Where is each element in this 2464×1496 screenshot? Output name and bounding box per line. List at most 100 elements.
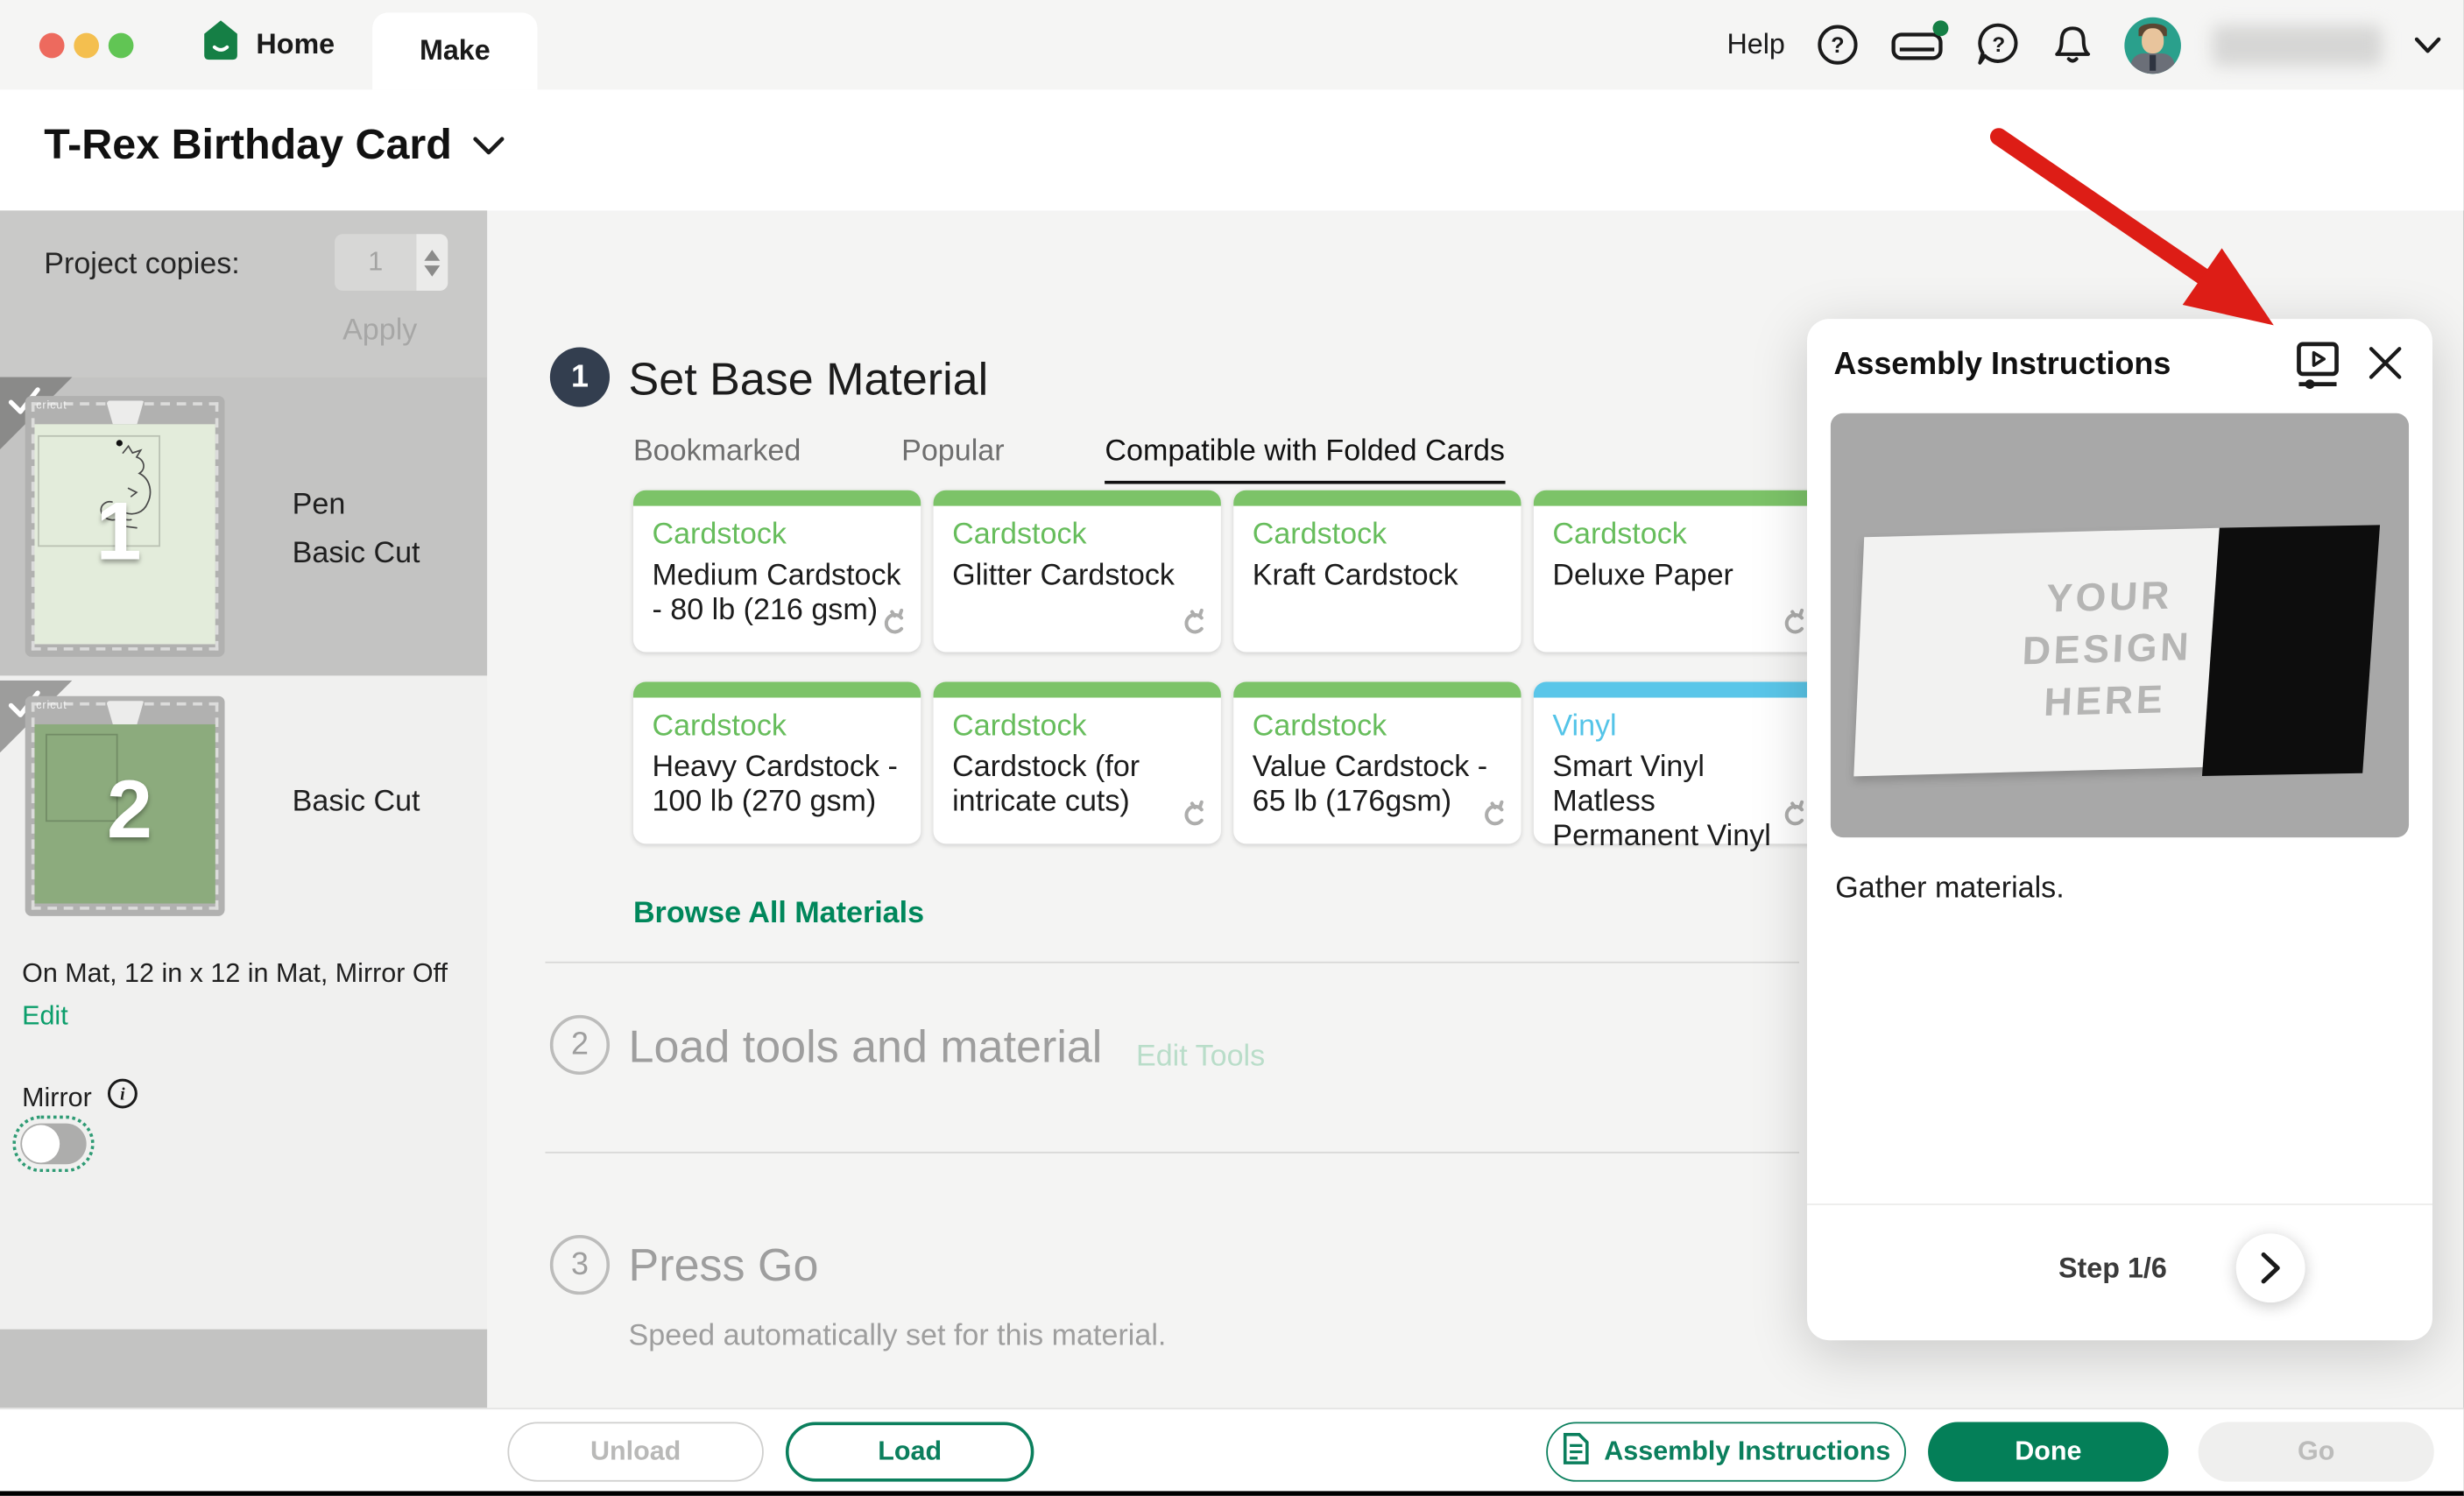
help-icon[interactable]: ?	[1817, 24, 1859, 66]
material-card[interactable]: Cardstock Cardstock (for intricate cuts)	[934, 682, 1221, 844]
mat-brand-label: cricut	[36, 400, 67, 412]
material-tabs: Bookmarked Popular Compatible with Folde…	[633, 435, 1505, 484]
material-name: Cardstock (for intricate cuts)	[952, 751, 1208, 820]
mirror-label: Mirror	[22, 1082, 92, 1113]
card-accent-bar	[934, 490, 1221, 506]
mirror-toggle-knob[interactable]	[22, 1125, 60, 1162]
copies-stepper[interactable]: 1	[335, 234, 448, 291]
home-nav[interactable]: Home	[201, 19, 335, 69]
done-button[interactable]: Done	[1928, 1422, 2168, 1481]
copies-value[interactable]: 1	[335, 234, 416, 291]
mirror-toggle[interactable]	[12, 1116, 94, 1173]
feedback-help-icon[interactable]: ?	[1975, 22, 2021, 67]
edit-tools-link[interactable]: Edit Tools	[1136, 1041, 1265, 1075]
stepper-down-icon[interactable]	[424, 265, 440, 276]
cricut-bug-icon	[1479, 798, 1508, 834]
edit-link[interactable]: Edit	[22, 1001, 68, 1033]
mirror-toggle-track[interactable]	[20, 1124, 86, 1165]
card-accent-bar	[633, 490, 921, 506]
material-cards-grid: Cardstock Medium Cardstock - 80 lb (216 …	[633, 490, 1821, 844]
cricut-bug-icon	[1779, 798, 1809, 834]
material-category: Vinyl	[1552, 710, 1616, 744]
step3-badge: 3	[550, 1235, 610, 1295]
material-name: Smart Vinyl Matless Permanent Vinyl	[1552, 751, 1808, 854]
avatar[interactable]	[2124, 17, 2181, 74]
material-card[interactable]: Cardstock Heavy Cardstock - 100 lb (270 …	[633, 682, 921, 844]
unload-button[interactable]: Unload	[507, 1422, 763, 1481]
section-divider	[545, 962, 1799, 963]
go-button[interactable]: Go	[2199, 1422, 2434, 1481]
window-close-button[interactable]	[39, 33, 65, 59]
close-icon[interactable]	[2367, 344, 2404, 390]
material-name: Heavy Cardstock - 100 lb (270 gsm)	[652, 751, 907, 820]
panel-footer-divider	[1807, 1203, 2432, 1205]
window-minimize-button[interactable]	[74, 33, 99, 59]
assembly-instructions-button[interactable]: Assembly Instructions	[1546, 1422, 1906, 1481]
mat-number: 1	[96, 486, 142, 581]
mat-item-2[interactable]: cricut 2 Basic Cut	[0, 681, 487, 943]
project-title-dropdown[interactable]: T-Rex Birthday Card	[44, 121, 505, 170]
title-chevron-down-icon	[470, 134, 505, 156]
project-copies-label: Project copies:	[44, 248, 240, 282]
mat-tools-list: Pen Basic Cut	[293, 481, 420, 578]
tab-compatible-folded-cards[interactable]: Compatible with Folded Cards	[1105, 435, 1505, 484]
stencil-line: DESIGN	[2002, 622, 2213, 679]
mat-paper-2: 2	[34, 724, 215, 904]
material-name: Value Cardstock - 65 lb (176gsm)	[1253, 751, 1508, 820]
chevron-right-icon	[2260, 1251, 2282, 1285]
material-category: Cardstock	[952, 519, 1086, 553]
tab-bookmarked[interactable]: Bookmarked	[633, 435, 801, 484]
material-card[interactable]: Cardstock Value Cardstock - 65 lb (176gs…	[1233, 682, 1521, 844]
cricut-bug-icon	[879, 606, 908, 642]
assembly-instructions-panel: Assembly Instructions YOUR DESIGN HERE G…	[1807, 319, 2432, 1340]
cricut-bug-icon	[1178, 798, 1208, 834]
tab-popular[interactable]: Popular	[901, 435, 1005, 484]
card-accent-bar	[1233, 682, 1521, 698]
home-label: Home	[256, 27, 335, 60]
mat-thumbnail-1: cricut 1	[25, 396, 225, 657]
mat-tool: Basic Cut	[293, 778, 420, 827]
photo-white-card: YOUR DESIGN HERE	[1853, 528, 2222, 777]
load-button[interactable]: Load	[786, 1422, 1034, 1481]
project-copies-section: Project copies: 1 Apply	[0, 210, 487, 377]
svg-text:?: ?	[1831, 33, 1844, 58]
window-zoom-button[interactable]	[109, 33, 134, 59]
mat-thumbnail-2: cricut 2	[25, 696, 225, 916]
material-card[interactable]: Cardstock Kraft Cardstock	[1233, 490, 1521, 653]
browse-all-materials-link[interactable]: Browse All Materials	[633, 897, 924, 931]
material-name: Deluxe Paper	[1552, 560, 1808, 594]
home-icon	[201, 19, 241, 69]
card-accent-bar	[633, 682, 921, 698]
account-chevron-down-icon[interactable]	[2413, 35, 2441, 54]
assembly-label: Assembly Instructions	[1604, 1436, 1890, 1468]
notifications-bell-icon[interactable]	[2052, 23, 2093, 67]
mat-paper-1: 1	[34, 424, 215, 644]
material-card[interactable]: Cardstock Medium Cardstock - 80 lb (216 …	[633, 490, 921, 653]
machine-status-icon[interactable]	[1890, 26, 1944, 64]
mat-tool: Pen	[293, 481, 420, 530]
photo-black-cardstock	[2202, 525, 2380, 776]
tab-make[interactable]: Make	[372, 12, 537, 89]
card-accent-bar	[1534, 682, 1821, 698]
avatar-tie	[2150, 54, 2156, 70]
avatar-face	[2142, 27, 2164, 53]
stepper-up-icon[interactable]	[424, 249, 440, 260]
material-card[interactable]: Cardstock Glitter Cardstock	[934, 490, 1221, 653]
next-step-button[interactable]	[2236, 1233, 2305, 1302]
instruction-step-text: Gather materials.	[1835, 872, 2064, 907]
page-title: T-Rex Birthday Card	[44, 121, 452, 170]
panel-title: Assembly Instructions	[1833, 347, 2171, 383]
step2-badge: 2	[550, 1015, 610, 1075]
apply-button[interactable]: Apply	[342, 314, 417, 349]
svg-text:i: i	[121, 1085, 126, 1104]
mat-item-1[interactable]: cricut 1 Pe	[0, 378, 487, 676]
material-card[interactable]: Vinyl Smart Vinyl Matless Permanent Viny…	[1534, 682, 1821, 844]
material-category: Cardstock	[952, 710, 1086, 744]
video-tutorial-icon[interactable]	[2294, 341, 2341, 399]
stencil-line: YOUR	[2004, 569, 2214, 626]
make-label: Make	[420, 34, 491, 67]
info-icon[interactable]: i	[108, 1078, 139, 1118]
material-card[interactable]: Cardstock Deluxe Paper	[1534, 490, 1821, 653]
material-category: Cardstock	[652, 710, 786, 744]
copies-arrows[interactable]	[416, 234, 448, 291]
